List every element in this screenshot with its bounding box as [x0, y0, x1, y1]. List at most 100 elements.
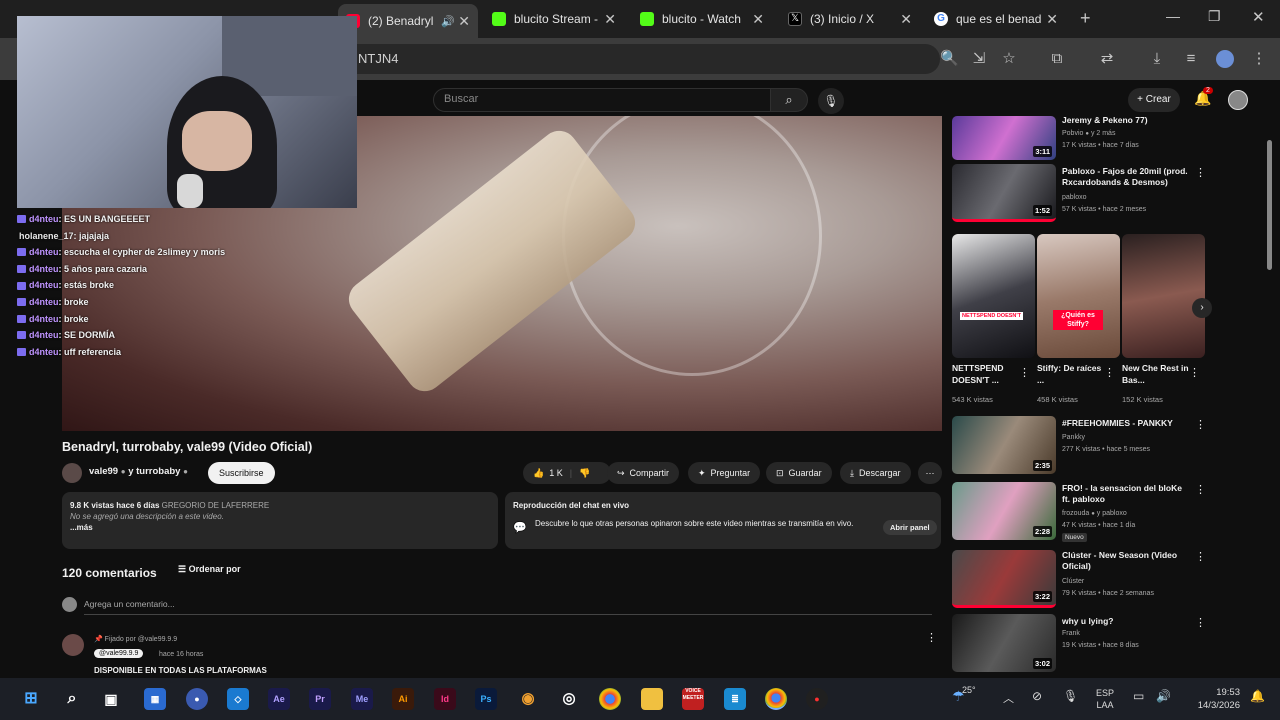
translate-icon[interactable]: ⇄ [1098, 50, 1116, 68]
recommendation-menu-icon[interactable]: ⋮ [1195, 418, 1206, 431]
recommendation-menu-icon[interactable]: ⋮ [1195, 166, 1206, 179]
windows-start-icon[interactable]: ⊞ [20, 688, 42, 710]
more-actions-icon[interactable]: ⋯ [918, 462, 942, 484]
short-title[interactable]: Stiffy: De raíces ... [1037, 362, 1105, 386]
task-view-icon[interactable]: ▣ [100, 688, 122, 710]
after-effects-icon[interactable]: Ae [268, 688, 290, 710]
share-button[interactable]: ↪ Compartir [607, 462, 680, 484]
create-button[interactable]: + Crear [1128, 88, 1180, 112]
open-panel-button[interactable]: Abrir panel [883, 520, 937, 535]
voice-search-icon[interactable]: 🎙 [818, 88, 844, 114]
subscribe-button[interactable]: Suscribirse [208, 462, 275, 484]
minimize-icon[interactable]: — [1166, 8, 1180, 24]
tab-benadryl[interactable]: (2) Benadryl 🔊 ✕ [338, 4, 478, 38]
network-icon[interactable]: ⊘ [1032, 689, 1042, 703]
recommendation-menu-icon[interactable]: ⋮ [1195, 483, 1206, 496]
zoom-icon[interactable]: 🔍 [940, 50, 959, 68]
notepad-icon[interactable]: ≣ [724, 688, 746, 710]
microphone-icon[interactable]: 🎙 [1063, 689, 1078, 703]
clock[interactable]: 19:53 14/3/2026 [1188, 686, 1240, 712]
shorts-next-icon[interactable]: › [1192, 298, 1212, 318]
tab-x-inicio[interactable]: 𝕏 (3) Inicio / X ✕ [780, 4, 920, 34]
photoshop-icon[interactable]: Ps [475, 688, 497, 710]
store-icon[interactable]: ▦ [144, 688, 166, 710]
recommendation-thumbnail[interactable]: 3:22 [952, 550, 1056, 608]
recommendation-menu-icon[interactable]: ⋮ [1195, 550, 1206, 563]
comment-menu-icon[interactable]: ⋮ [926, 631, 937, 644]
search-button[interactable]: ⌕ [770, 88, 808, 112]
bookmark-star-icon[interactable]: ☆ [1000, 50, 1018, 68]
short-thumbnail[interactable]: NETTSPEND DOESN'T [952, 234, 1035, 358]
recommendation-title[interactable]: Clúster - New Season (Video Oficial) [1062, 550, 1192, 572]
close-tab-icon[interactable]: ✕ [1046, 11, 1058, 28]
install-app-icon[interactable]: ⇲ [970, 50, 988, 68]
recommendation-title[interactable]: Pabloxo - Fajos de 20mil (prod. Rxcardob… [1062, 166, 1192, 188]
close-tab-icon[interactable]: ✕ [900, 11, 912, 28]
short-thumbnail[interactable]: ¿Quién es Stiffy? [1037, 234, 1120, 358]
recommendation-thumbnail[interactable]: 3:02 [952, 614, 1056, 672]
channel-name[interactable]: vale99 ● y turrobaby ● [89, 466, 188, 477]
page-scrollbar[interactable] [1267, 140, 1272, 270]
description-box[interactable]: 9.8 K vistas hace 6 días GREGORIO DE LAF… [62, 492, 498, 549]
obs-icon[interactable]: ● [186, 688, 208, 710]
display-icon[interactable]: ▭ [1133, 689, 1144, 703]
volume-icon[interactable]: 🔊 [1156, 689, 1171, 703]
tab-blucito-stream[interactable]: blucito Stream - ✕ [484, 4, 624, 34]
close-window-icon[interactable]: ✕ [1252, 8, 1265, 26]
notification-center-icon[interactable]: 🔔 [1250, 689, 1265, 703]
short-thumbnail[interactable] [1122, 234, 1205, 358]
file-explorer-icon[interactable] [641, 688, 663, 710]
indesign-icon[interactable]: Id [434, 688, 456, 710]
speaker-icon[interactable]: 🔊 [441, 15, 455, 28]
extensions-icon[interactable]: ⧉ [1048, 50, 1066, 68]
ask-button[interactable]: ✦ Preguntar [688, 462, 761, 484]
show-more-link[interactable]: ...más [70, 523, 490, 532]
app-icon[interactable]: ◎ [558, 688, 580, 710]
recommendation-title[interactable]: FRO! - la sensacion del bloKe ft. pablox… [1062, 483, 1192, 505]
tab-google-search[interactable]: G que es el benad ✕ [926, 4, 1066, 34]
chrome-active-icon[interactable] [765, 688, 787, 710]
close-tab-icon[interactable]: ✕ [752, 11, 764, 28]
dislike-icon[interactable]: 👎 [579, 468, 590, 479]
like-icon[interactable]: 👍 [533, 468, 544, 479]
recommendation-thumbnail[interactable]: 2:35 [952, 416, 1056, 474]
short-title[interactable]: NETTSPEND DOESN'T ... [952, 362, 1020, 386]
chrome-icon[interactable] [599, 688, 621, 710]
recommendation-thumbnail[interactable]: 3:11 [952, 116, 1056, 160]
language-indicator[interactable]: ESP LAA [1096, 687, 1114, 711]
recording-app-icon[interactable]: ● [806, 688, 828, 710]
recommendation-title[interactable]: Jeremy & Pekeno 77) [1062, 115, 1192, 126]
recommendation-title[interactable]: why u lying? [1062, 616, 1192, 627]
voicemeeter-icon[interactable]: VOICE MEETER [682, 688, 704, 710]
user-avatar[interactable] [1228, 90, 1248, 110]
recommendation-thumbnail[interactable]: 2:28 [952, 482, 1056, 540]
blender-icon[interactable]: ◉ [517, 688, 539, 710]
add-comment-input[interactable]: Agrega un comentario... [84, 599, 932, 615]
sort-comments-button[interactable]: ☰ Ordenar por [178, 564, 241, 575]
short-title[interactable]: New Che Rest in Bas... [1122, 362, 1190, 386]
media-encoder-icon[interactable]: Me [351, 688, 373, 710]
recommendation-thumbnail[interactable]: 1:52 [952, 164, 1056, 222]
close-tab-icon[interactable]: ✕ [458, 13, 470, 30]
profile-avatar[interactable] [1216, 50, 1234, 68]
short-menu-icon[interactable]: ⋮ [1019, 366, 1030, 379]
like-count[interactable]: 1 K [549, 468, 563, 478]
search-icon[interactable]: ⌕ [61, 688, 83, 710]
comment-author-badge[interactable]: @vale99.9.9 [94, 649, 144, 658]
illustrator-icon[interactable]: Ai [392, 688, 414, 710]
download-button[interactable]: ⤓ Descargar [840, 462, 911, 484]
premiere-icon[interactable]: Pr [309, 688, 331, 710]
channel-avatar[interactable] [62, 463, 82, 483]
media-control-icon[interactable]: ≡ [1182, 50, 1200, 68]
recommendation-title[interactable]: #FREEHOMMIES - PANKKY [1062, 418, 1192, 429]
address-bar[interactable]: NTJN4 [340, 44, 940, 74]
short-menu-icon[interactable]: ⋮ [1189, 366, 1200, 379]
close-tab-icon[interactable]: ✕ [604, 11, 616, 28]
tray-expand-icon[interactable]: ︿ [1003, 690, 1014, 706]
comment-author-avatar[interactable] [62, 634, 84, 656]
vscode-icon[interactable]: ◇ [227, 688, 249, 710]
recommendation-menu-icon[interactable]: ⋮ [1195, 616, 1206, 629]
short-menu-icon[interactable]: ⋮ [1104, 366, 1115, 379]
search-input[interactable]: Buscar [433, 88, 771, 112]
browser-menu-icon[interactable]: ⋮ [1250, 50, 1268, 68]
